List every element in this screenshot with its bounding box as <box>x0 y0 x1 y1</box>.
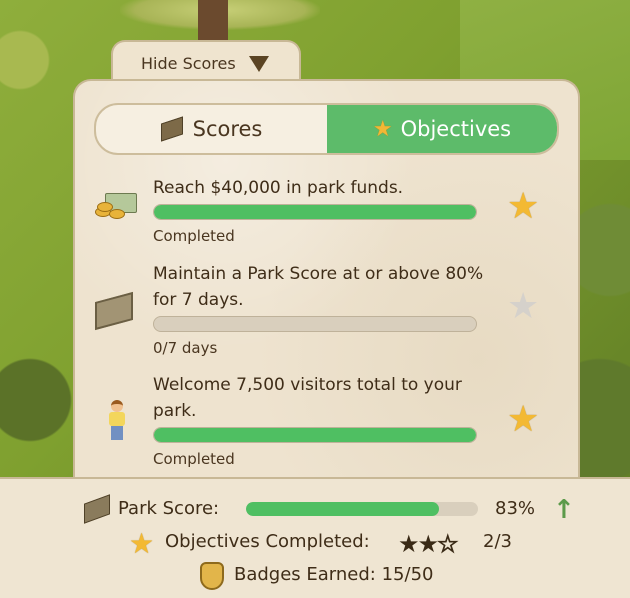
score-summary: Park Score: 83% ↑ ★ Objectives Completed… <box>0 477 630 598</box>
progress-fill <box>154 428 476 442</box>
hide-scores-label: Hide Scores <box>141 54 236 73</box>
progress-fill <box>154 205 476 219</box>
objective-progress-bar <box>153 427 477 443</box>
tab-scores[interactable]: Scores <box>96 105 327 153</box>
sign-icon <box>84 494 110 524</box>
park-score-label: Park Score: <box>118 498 220 519</box>
park-score-fill <box>246 502 439 516</box>
arrow-up-icon: ↑ <box>553 495 575 525</box>
badge-icon <box>200 562 224 590</box>
objective-title: Reach $40,000 in park funds. <box>153 178 404 198</box>
badges-earned-label: Badges Earned: 15/50 <box>234 564 434 585</box>
star-icon: ★ <box>398 530 419 558</box>
park-score-value: 83% <box>495 498 536 519</box>
visitor-icon <box>107 400 127 442</box>
objectives-stars: ★★☆ <box>398 530 459 559</box>
objectives-panel: Scores ★ Objectives Reach $40,000 in par… <box>73 79 580 479</box>
tree-trunk <box>198 0 228 42</box>
tab-bar: Scores ★ Objectives <box>94 103 559 155</box>
objective-status: 0/7 days <box>153 339 218 357</box>
tab-scores-label: Scores <box>192 117 263 141</box>
objective-status: Completed <box>153 227 235 245</box>
objectives-completed-value: 2/3 <box>483 531 512 552</box>
objective-title: Maintain a Park Score at or above 80% fo… <box>153 264 484 310</box>
star-icon: ★ <box>129 527 155 560</box>
triangle-down-icon <box>249 56 269 72</box>
star-icon: ★ <box>507 286 540 327</box>
star-icon: ★ <box>507 186 540 227</box>
star-outline-icon: ☆ <box>437 530 459 559</box>
park-score-bar <box>246 502 478 516</box>
star-icon: ★ <box>507 399 540 440</box>
objective-title: Welcome 7,500 visitors total to your par… <box>153 375 462 421</box>
objective-progress-bar <box>153 316 477 332</box>
objective-progress-bar <box>153 204 477 220</box>
star-icon: ★ <box>372 116 393 142</box>
tab-objectives-label: Objectives <box>400 117 512 141</box>
money-icon <box>95 193 137 219</box>
sign-icon <box>160 116 183 142</box>
objectives-completed-label: Objectives Completed: <box>165 531 370 552</box>
objective-status: Completed <box>153 450 235 468</box>
sign-icon <box>95 291 135 331</box>
star-icon: ★ <box>417 530 439 558</box>
tab-objectives[interactable]: ★ Objectives <box>327 105 557 153</box>
